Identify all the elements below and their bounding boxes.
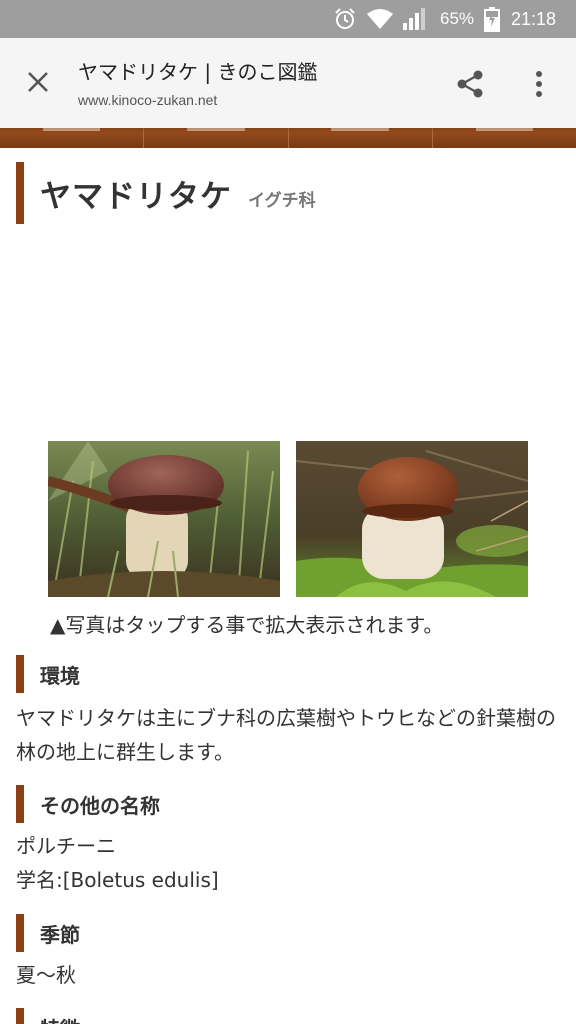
mushroom-name: ヤマドリタケ (40, 178, 232, 215)
page-url: www.kinoco-zukan.net (78, 92, 218, 108)
signal-icon (403, 8, 425, 30)
nav-item[interactable] (0, 128, 145, 148)
section-text-habitat: ヤマドリタケは主にブナ科の広葉樹やトウヒなどの針葉樹の林の地上に群生します。 (16, 706, 556, 764)
share-icon (457, 70, 483, 98)
section-text-season: 夏〜秋 (16, 963, 76, 987)
other-name: ポルチーニ (16, 834, 116, 858)
section-heading-season: 季節 (16, 914, 560, 952)
close-icon (28, 72, 48, 92)
site-nav-bar (0, 128, 576, 148)
wifi-icon (367, 9, 393, 29)
nav-item[interactable] (144, 128, 289, 148)
scientific-name: 学名:[Boletus edulis] (16, 868, 219, 892)
section-heading-features: 特徴 (16, 1008, 560, 1024)
close-button[interactable] (20, 64, 56, 100)
page-title: ヤマドリタケ | きのこ図鑑 (78, 60, 318, 84)
status-bar: 65% 21:18 (0, 0, 576, 38)
alarm-icon (335, 8, 355, 29)
photo-caption: ▲写真はタップする事で拡大表示されます。 (50, 613, 444, 637)
clock: 21:18 (511, 9, 557, 29)
nav-item[interactable] (289, 128, 433, 148)
nav-item[interactable] (433, 128, 576, 148)
share-button[interactable] (450, 64, 490, 104)
section-heading-other-names: その他の名称 (16, 785, 560, 823)
battery-percent: 65% (440, 9, 475, 28)
mushroom-heading: ヤマドリタケ イグチ科 (16, 162, 560, 224)
mushroom-family: イグチ科 (248, 190, 316, 211)
photo-gallery (48, 441, 528, 597)
mushroom-photo-2[interactable] (296, 441, 528, 597)
section-text-other-names: ポルチーニ 学名:[Boletus edulis] (16, 829, 560, 897)
more-options-button[interactable] (522, 64, 556, 104)
more-vert-icon (536, 71, 542, 97)
section-heading-habitat: 環境 (16, 655, 560, 693)
custom-tab-toolbar: ヤマドリタケ | きのこ図鑑 www.kinoco-zukan.net (0, 38, 576, 128)
mushroom-photo-1[interactable] (48, 441, 280, 597)
battery-charging-icon (484, 7, 500, 32)
